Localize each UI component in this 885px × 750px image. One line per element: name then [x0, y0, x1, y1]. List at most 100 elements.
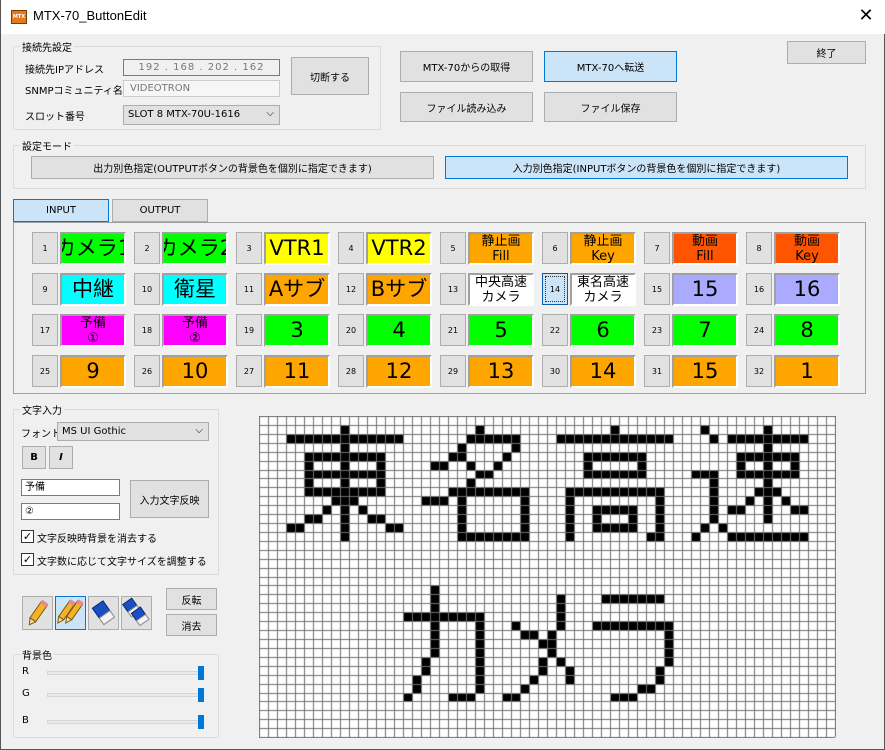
italic-button[interactable]: I [49, 446, 73, 469]
tab-input[interactable]: INPUT [13, 199, 109, 222]
input-color-button-1[interactable]: カメラ1 [60, 232, 126, 265]
input-number-button-12[interactable]: 12 [338, 273, 364, 305]
input-number-button-5[interactable]: 5 [440, 232, 466, 264]
clear-button[interactable]: 消去 [166, 614, 217, 636]
input-color-button-20[interactable]: 4 [366, 314, 432, 347]
input-number-button-7[interactable]: 7 [644, 232, 670, 264]
clear-bg-checkbox[interactable]: ✓ [21, 530, 34, 543]
bold-button[interactable]: B [22, 446, 46, 469]
input-number-button-19[interactable]: 19 [236, 314, 262, 346]
input-number-button-22[interactable]: 22 [542, 314, 568, 346]
input-number-button-15[interactable]: 15 [644, 273, 670, 305]
text-line2-input[interactable]: ② [21, 503, 120, 520]
input-number-button-3[interactable]: 3 [236, 232, 262, 264]
send-to-mtx-button[interactable]: MTX-70へ転送 [544, 51, 677, 82]
slider-thumb-r[interactable] [198, 666, 204, 680]
input-number-button-32[interactable]: 32 [746, 355, 772, 387]
auto-size-checkbox[interactable]: ✓ [21, 553, 34, 566]
slot-select[interactable]: SLOT 8 MTX-70U-1616 ⌵ [123, 105, 280, 125]
input-number-button-14[interactable]: 14 [542, 273, 568, 305]
input-color-button-13[interactable]: 中央高速 カメラ [468, 273, 534, 306]
input-number-button-8[interactable]: 8 [746, 232, 772, 264]
input-color-button-9[interactable]: 中継 [60, 273, 126, 306]
input-color-button-22[interactable]: 6 [570, 314, 636, 347]
input-number-button-6[interactable]: 6 [542, 232, 568, 264]
pencil-tool-button[interactable] [22, 596, 53, 630]
double-eraser-tool-button[interactable] [121, 596, 152, 630]
slider-g[interactable] [47, 693, 204, 697]
slider-r[interactable] [47, 671, 204, 675]
input-color-button-29[interactable]: 13 [468, 355, 534, 388]
input-number-button-2[interactable]: 2 [134, 232, 160, 264]
input-color-button-11[interactable]: Aサブ [264, 273, 330, 306]
snmp-community-field[interactable]: VIDEOTRON [123, 80, 280, 97]
input-number-button-21[interactable]: 21 [440, 314, 466, 346]
input-number-button-26[interactable]: 26 [134, 355, 160, 387]
input-color-button-6[interactable]: 静止画 Key [570, 232, 636, 265]
input-color-button-31[interactable]: 15 [672, 355, 738, 388]
apply-text-button[interactable]: 入力文字反映 [130, 480, 209, 518]
exit-button[interactable]: 終了 [787, 41, 866, 64]
input-color-button-4[interactable]: VTR2 [366, 232, 432, 265]
input-number-button-28[interactable]: 28 [338, 355, 364, 387]
input-color-button-32[interactable]: 1 [774, 355, 840, 388]
input-number-button-18[interactable]: 18 [134, 314, 160, 346]
input-number-button-30[interactable]: 30 [542, 355, 568, 387]
slider-b[interactable] [47, 720, 204, 724]
input-color-button-2[interactable]: カメラ2 [162, 232, 228, 265]
input-color-button-23[interactable]: 7 [672, 314, 738, 347]
input-color-button-7[interactable]: 動画 Fill [672, 232, 738, 265]
input-color-button-18[interactable]: 予備 ② [162, 314, 228, 347]
save-file-button[interactable]: ファイル保存 [544, 92, 677, 122]
input-number-button-24[interactable]: 24 [746, 314, 772, 346]
disconnect-button[interactable]: 切断する [291, 57, 369, 95]
input-number-button-11[interactable]: 11 [236, 273, 262, 305]
input-number-button-13[interactable]: 13 [440, 273, 466, 305]
input-number-button-31[interactable]: 31 [644, 355, 670, 387]
input-color-button-5[interactable]: 静止画 Fill [468, 232, 534, 265]
input-color-button-17[interactable]: 予備 ① [60, 314, 126, 347]
input-number-button-23[interactable]: 23 [644, 314, 670, 346]
input-number-button-10[interactable]: 10 [134, 273, 160, 305]
slider-thumb-b[interactable] [198, 715, 204, 729]
tab-output[interactable]: OUTPUT [112, 199, 208, 222]
input-color-button-21[interactable]: 5 [468, 314, 534, 347]
pixel-edit-grid[interactable] [259, 416, 836, 738]
input-number-button-9[interactable]: 9 [32, 273, 58, 305]
input-color-button-16[interactable]: 16 [774, 273, 840, 306]
button-label: 静止画 Fill [481, 233, 521, 264]
input-number-button-29[interactable]: 29 [440, 355, 466, 387]
input-mode-button[interactable]: 入力別色指定(INPUTボタンの背景色を個別に指定できます) [445, 156, 848, 179]
close-icon[interactable]: ✕ [851, 4, 881, 28]
input-number-button-27[interactable]: 27 [236, 355, 262, 387]
input-number-button-4[interactable]: 4 [338, 232, 364, 264]
load-file-button[interactable]: ファイル読み込み [400, 92, 533, 122]
input-number-button-16[interactable]: 16 [746, 273, 772, 305]
input-color-button-19[interactable]: 3 [264, 314, 330, 347]
input-color-button-8[interactable]: 動画 Key [774, 232, 840, 265]
input-number-button-1[interactable]: 1 [32, 232, 58, 264]
input-number-button-17[interactable]: 17 [32, 314, 58, 346]
slider-thumb-g[interactable] [198, 688, 204, 702]
input-number-button-20[interactable]: 20 [338, 314, 364, 346]
input-color-button-27[interactable]: 11 [264, 355, 330, 388]
input-color-button-10[interactable]: 衛星 [162, 273, 228, 306]
output-mode-button[interactable]: 出力別色指定(OUTPUTボタンの背景色を個別に指定できます) [31, 156, 434, 179]
input-color-button-30[interactable]: 14 [570, 355, 636, 388]
get-from-mtx-button[interactable]: MTX-70からの取得 [400, 51, 533, 82]
ip-address-field[interactable]: 192 . 168 . 202 . 162 [123, 59, 280, 76]
input-color-button-3[interactable]: VTR1 [264, 232, 330, 265]
input-color-button-26[interactable]: 10 [162, 355, 228, 388]
input-color-button-24[interactable]: 8 [774, 314, 840, 347]
input-color-button-25[interactable]: 9 [60, 355, 126, 388]
invert-button[interactable]: 反転 [166, 588, 217, 610]
eraser-tool-button[interactable] [88, 596, 119, 630]
input-color-button-12[interactable]: Bサブ [366, 273, 432, 306]
font-select[interactable]: MS UI Gothic ⌵ [57, 422, 209, 441]
double-pencil-tool-button[interactable] [55, 596, 86, 630]
input-color-button-28[interactable]: 12 [366, 355, 432, 388]
input-number-button-25[interactable]: 25 [32, 355, 58, 387]
input-color-button-14[interactable]: 東名高速 カメラ [570, 273, 636, 306]
text-line1-input[interactable]: 予備 [21, 479, 120, 496]
input-color-button-15[interactable]: 15 [672, 273, 738, 306]
